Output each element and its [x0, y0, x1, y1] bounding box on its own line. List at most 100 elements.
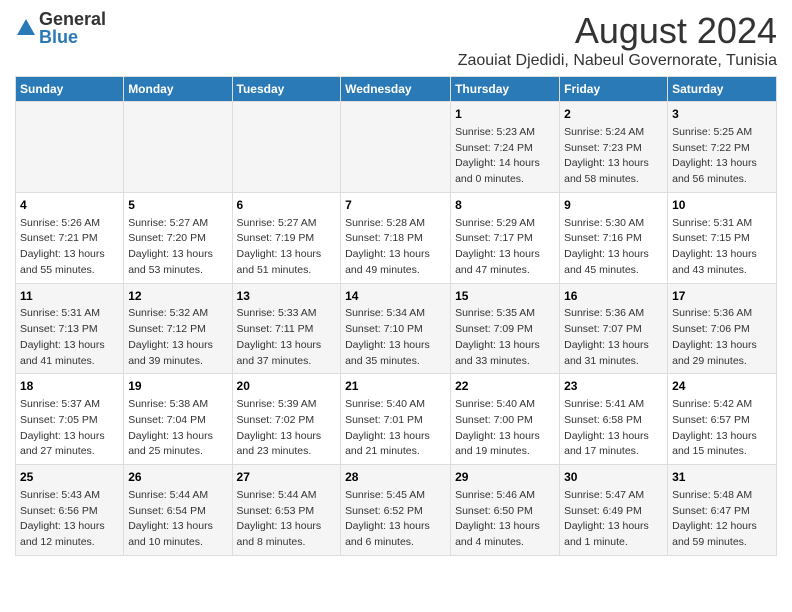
day-number: 21 — [345, 378, 446, 395]
calendar-table: SundayMondayTuesdayWednesdayThursdayFrid… — [15, 76, 777, 556]
day-content: Sunrise: 5:25 AM Sunset: 7:22 PM Dayligh… — [672, 125, 772, 188]
day-content: Sunrise: 5:33 AM Sunset: 7:11 PM Dayligh… — [237, 306, 337, 369]
day-cell: 15Sunrise: 5:35 AM Sunset: 7:09 PM Dayli… — [451, 283, 560, 374]
day-number: 15 — [455, 288, 555, 305]
day-cell: 29Sunrise: 5:46 AM Sunset: 6:50 PM Dayli… — [451, 465, 560, 556]
week-row-4: 18 Sunrise: 5:37 AM Sunset: 7:05 PM Dayli… — [16, 374, 777, 465]
day-number: 2 — [564, 106, 663, 123]
day-content: Sunrise: 5:40 AM Sunset: 7:01 PM Dayligh… — [345, 397, 446, 460]
day-cell: 20 Sunrise: 5:39 AM Sunset: 7:02 PM Dayli… — [232, 374, 341, 465]
day-content: Sunrise: 5:44 AM Sunset: 6:54 PM Dayligh… — [128, 488, 227, 551]
logo-general: General — [39, 10, 106, 28]
day-number: 17 — [672, 288, 772, 305]
day-number: 1 — [455, 106, 555, 123]
day-content: Sunrise: 5:35 AM Sunset: 7:09 PM Dayligh… — [455, 306, 555, 369]
header-cell-saturday: Saturday — [668, 77, 777, 102]
day-content: Sunrise: 5:38 AM Sunset: 7:04 PM Dayligh… — [128, 397, 227, 460]
day-cell: 6 Sunrise: 5:27 AM Sunset: 7:19 PM Daylig… — [232, 192, 341, 283]
day-content: Sunrise: 5:42 AM Sunset: 6:57 PM Dayligh… — [672, 397, 772, 460]
day-content: Sunrise: 5:23 AM Sunset: 7:24 PM Dayligh… — [455, 125, 555, 188]
day-cell: 27Sunrise: 5:44 AM Sunset: 6:53 PM Dayli… — [232, 465, 341, 556]
header-row: SundayMondayTuesdayWednesdayThursdayFrid… — [16, 77, 777, 102]
day-content: Sunrise: 5:31 AM Sunset: 7:13 PM Dayligh… — [20, 306, 119, 369]
day-number: 13 — [237, 288, 337, 305]
day-cell: 4 Sunrise: 5:26 AM Sunset: 7:21 PM Daylig… — [16, 192, 124, 283]
logo-blue: Blue — [39, 28, 106, 46]
logo: General Blue — [15, 10, 106, 46]
header-cell-wednesday: Wednesday — [341, 77, 451, 102]
day-cell — [124, 102, 232, 193]
day-cell: 26Sunrise: 5:44 AM Sunset: 6:54 PM Dayli… — [124, 465, 232, 556]
day-content: Sunrise: 5:29 AM Sunset: 7:17 PM Dayligh… — [455, 216, 555, 279]
day-cell: 21 Sunrise: 5:40 AM Sunset: 7:01 PM Dayli… — [341, 374, 451, 465]
day-content: Sunrise: 5:36 AM Sunset: 7:07 PM Dayligh… — [564, 306, 663, 369]
day-content: Sunrise: 5:47 AM Sunset: 6:49 PM Dayligh… — [564, 488, 663, 551]
day-content: Sunrise: 5:39 AM Sunset: 7:02 PM Dayligh… — [237, 397, 337, 460]
day-cell: 8 Sunrise: 5:29 AM Sunset: 7:17 PM Daylig… — [451, 192, 560, 283]
header-cell-monday: Monday — [124, 77, 232, 102]
day-content: Sunrise: 5:32 AM Sunset: 7:12 PM Dayligh… — [128, 306, 227, 369]
day-number: 27 — [237, 469, 337, 486]
day-cell: 30 Sunrise: 5:47 AM Sunset: 6:49 PM Dayli… — [560, 465, 668, 556]
day-number: 5 — [128, 197, 227, 214]
day-content: Sunrise: 5:40 AM Sunset: 7:00 PM Dayligh… — [455, 397, 555, 460]
day-content: Sunrise: 5:34 AM Sunset: 7:10 PM Dayligh… — [345, 306, 446, 369]
week-row-5: 25 Sunrise: 5:43 AM Sunset: 6:56 PM Dayli… — [16, 465, 777, 556]
day-number: 12 — [128, 288, 227, 305]
day-cell: 9Sunrise: 5:30 AM Sunset: 7:16 PM Daylig… — [560, 192, 668, 283]
day-cell: 12Sunrise: 5:32 AM Sunset: 7:12 PM Dayli… — [124, 283, 232, 374]
day-cell: 28Sunrise: 5:45 AM Sunset: 6:52 PM Dayli… — [341, 465, 451, 556]
day-content: Sunrise: 5:41 AM Sunset: 6:58 PM Dayligh… — [564, 397, 663, 460]
day-content: Sunrise: 5:26 AM Sunset: 7:21 PM Dayligh… — [20, 216, 119, 279]
day-content: Sunrise: 5:37 AM Sunset: 7:05 PM Dayligh… — [20, 397, 119, 460]
day-number: 3 — [672, 106, 772, 123]
day-cell: 5 Sunrise: 5:27 AM Sunset: 7:20 PM Daylig… — [124, 192, 232, 283]
subtitle: Zaouiat Djedidi, Nabeul Governorate, Tun… — [458, 52, 777, 70]
header-cell-thursday: Thursday — [451, 77, 560, 102]
day-cell: 16Sunrise: 5:36 AM Sunset: 7:07 PM Dayli… — [560, 283, 668, 374]
day-number: 19 — [128, 378, 227, 395]
day-cell: 22Sunrise: 5:40 AM Sunset: 7:00 PM Dayli… — [451, 374, 560, 465]
day-cell: 31Sunrise: 5:48 AM Sunset: 6:47 PM Dayli… — [668, 465, 777, 556]
day-number: 14 — [345, 288, 446, 305]
header: General Blue August 2024 Zaouiat Djedidi… — [15, 10, 777, 70]
day-number: 31 — [672, 469, 772, 486]
day-number: 18 — [20, 378, 119, 395]
day-number: 24 — [672, 378, 772, 395]
day-cell — [341, 102, 451, 193]
day-content: Sunrise: 5:31 AM Sunset: 7:15 PM Dayligh… — [672, 216, 772, 279]
day-content: Sunrise: 5:28 AM Sunset: 7:18 PM Dayligh… — [345, 216, 446, 279]
day-cell — [232, 102, 341, 193]
header-cell-friday: Friday — [560, 77, 668, 102]
day-number: 4 — [20, 197, 119, 214]
header-cell-sunday: Sunday — [16, 77, 124, 102]
day-cell: 2 Sunrise: 5:24 AM Sunset: 7:23 PM Daylig… — [560, 102, 668, 193]
day-cell: 7Sunrise: 5:28 AM Sunset: 7:18 PM Daylig… — [341, 192, 451, 283]
day-number: 25 — [20, 469, 119, 486]
logo-icon — [15, 17, 37, 39]
day-number: 16 — [564, 288, 663, 305]
day-cell: 1 Sunrise: 5:23 AM Sunset: 7:24 PM Daylig… — [451, 102, 560, 193]
day-number: 11 — [20, 288, 119, 305]
day-cell: 3 Sunrise: 5:25 AM Sunset: 7:22 PM Daylig… — [668, 102, 777, 193]
day-number: 20 — [237, 378, 337, 395]
day-content: Sunrise: 5:27 AM Sunset: 7:19 PM Dayligh… — [237, 216, 337, 279]
day-content: Sunrise: 5:36 AM Sunset: 7:06 PM Dayligh… — [672, 306, 772, 369]
day-number: 23 — [564, 378, 663, 395]
week-row-1: 1 Sunrise: 5:23 AM Sunset: 7:24 PM Daylig… — [16, 102, 777, 193]
day-content: Sunrise: 5:24 AM Sunset: 7:23 PM Dayligh… — [564, 125, 663, 188]
title-area: August 2024 Zaouiat Djedidi, Nabeul Gove… — [458, 10, 777, 70]
day-cell: 23 Sunrise: 5:41 AM Sunset: 6:58 PM Dayli… — [560, 374, 668, 465]
week-row-2: 4 Sunrise: 5:26 AM Sunset: 7:21 PM Daylig… — [16, 192, 777, 283]
header-cell-tuesday: Tuesday — [232, 77, 341, 102]
day-number: 6 — [237, 197, 337, 214]
day-number: 30 — [564, 469, 663, 486]
day-content: Sunrise: 5:27 AM Sunset: 7:20 PM Dayligh… — [128, 216, 227, 279]
day-content: Sunrise: 5:43 AM Sunset: 6:56 PM Dayligh… — [20, 488, 119, 551]
day-cell: 18 Sunrise: 5:37 AM Sunset: 7:05 PM Dayli… — [16, 374, 124, 465]
day-cell: 13Sunrise: 5:33 AM Sunset: 7:11 PM Dayli… — [232, 283, 341, 374]
day-number: 8 — [455, 197, 555, 214]
day-cell: 11Sunrise: 5:31 AM Sunset: 7:13 PM Dayli… — [16, 283, 124, 374]
day-content: Sunrise: 5:46 AM Sunset: 6:50 PM Dayligh… — [455, 488, 555, 551]
day-cell: 10Sunrise: 5:31 AM Sunset: 7:15 PM Dayli… — [668, 192, 777, 283]
